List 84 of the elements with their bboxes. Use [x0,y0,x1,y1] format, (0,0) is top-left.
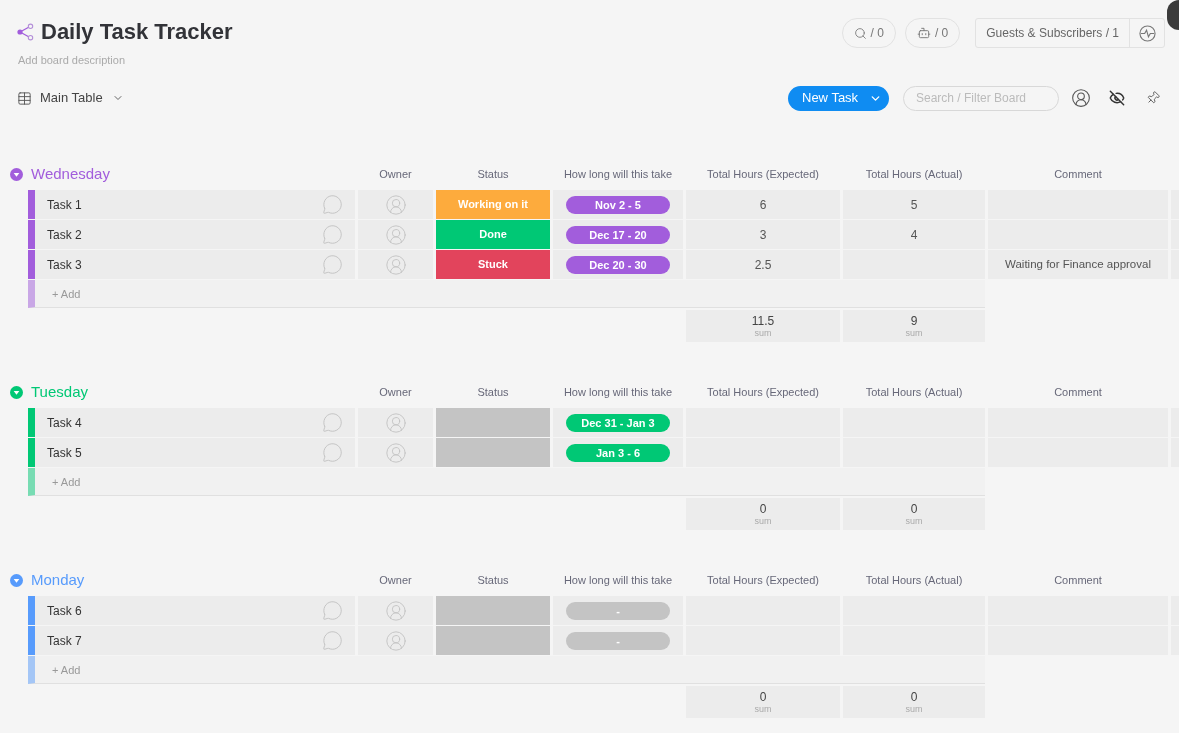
table-cell: 6 [686,190,840,219]
column-header: Total Hours (Actual) [864,167,964,181]
speech-bubble-icon[interactable] [322,194,343,215]
eye-slash-icon[interactable] [1109,90,1125,106]
column-header: Status [476,167,510,181]
new-task-button[interactable]: New Task [788,85,889,111]
task-name: Task 3 [47,256,82,274]
speech-bubble-icon[interactable] [322,442,343,463]
column-header: Total Hours (Actual) [864,385,964,399]
timeline-pill[interactable]: Jan 3 - 6 [566,443,670,462]
person-icon[interactable] [384,599,407,622]
column-header: How long will this take [562,385,674,399]
robot-icon [916,26,931,40]
column-header: Total Hours (Expected) [706,573,820,587]
column-header: Total Hours (Actual) [864,573,964,587]
table-cell: 3 [686,220,840,249]
view-selector[interactable]: Main Table [17,88,124,108]
user-icon[interactable] [1071,88,1091,108]
magnifier-icon [853,26,867,40]
table-cell: 4 [843,220,985,249]
column-header: Status [476,385,510,399]
status-cell[interactable] [436,408,550,437]
timeline-pill[interactable]: Dec 20 - 30 [566,255,670,274]
table-icon [17,90,32,106]
person-icon[interactable] [384,223,407,246]
group-title: Wednesday [31,165,110,183]
status-cell[interactable] [436,626,550,655]
column-header: Total Hours (Expected) [706,167,820,181]
person-icon[interactable] [384,411,407,434]
column-header: Status [476,573,510,587]
task-name: Task 4 [47,414,82,432]
status-cell[interactable]: Done [436,220,550,249]
column-header: How long will this take [562,573,674,587]
column-header: Comment [1053,573,1103,587]
person-icon[interactable] [384,193,407,216]
speech-bubble-icon[interactable] [322,412,343,433]
caret-icon[interactable] [10,385,23,399]
column-header: Total Hours (Expected) [706,385,820,399]
add-item-field[interactable]: + Add [45,659,165,680]
share-icon[interactable] [16,23,34,41]
column-header: Owner [378,385,413,399]
status-cell[interactable] [436,438,550,467]
person-icon[interactable] [384,253,407,276]
column-header: How long will this take [562,167,674,181]
speech-bubble-icon[interactable] [322,254,343,275]
timeline-pill[interactable]: Dec 17 - 20 [566,225,670,244]
task-name: Task 1 [47,196,82,214]
column-header: Owner [378,167,413,181]
sum-value: 0 [759,502,767,516]
caret-icon[interactable] [10,167,23,181]
group-title: Monday [31,571,85,589]
person-icon[interactable] [384,629,407,652]
person-icon[interactable] [384,441,407,464]
sum-value: 0 [910,690,918,704]
column-header: Comment [1053,385,1103,399]
speech-bubble-icon[interactable] [322,224,343,245]
group-title: Tuesday [31,383,88,401]
search-field[interactable]: Search / Filter Board [903,85,1059,111]
status-cell[interactable]: Stuck [436,250,550,279]
speech-bubble-icon[interactable] [322,600,343,621]
caret-icon[interactable] [10,573,23,587]
task-name: Task 5 [47,444,82,462]
status-cell[interactable] [436,596,550,625]
column-header: Owner [378,573,413,587]
speech-bubble-icon[interactable] [322,630,343,651]
task-name: Task 6 [47,602,82,620]
description-field[interactable]: Add board description [18,52,218,68]
table-cell: 5 [843,190,985,219]
table-cell: Waiting for Finance approval [988,250,1168,279]
sum-value: 11.5 [751,314,775,328]
sum-value: 0 [759,690,767,704]
timeline-pill[interactable]: Dec 31 - Jan 3 [566,413,670,432]
task-name: Task 7 [47,632,82,650]
task-name: Task 2 [47,226,82,244]
sum-value: 0 [910,502,918,516]
timeline-pill[interactable]: Nov 2 - 5 [566,195,670,214]
column-header: Comment [1053,167,1103,181]
table-cell: 2.5 [686,250,840,279]
guests-button[interactable]: Guests & Subscribers / 1 [976,19,1129,47]
pulse-icon [1138,24,1156,42]
board-title: Daily Task Tracker [41,18,233,46]
add-item-field[interactable]: + Add [45,283,165,304]
add-item-field[interactable]: + Add [45,471,165,492]
sum-value: 9 [910,314,918,328]
